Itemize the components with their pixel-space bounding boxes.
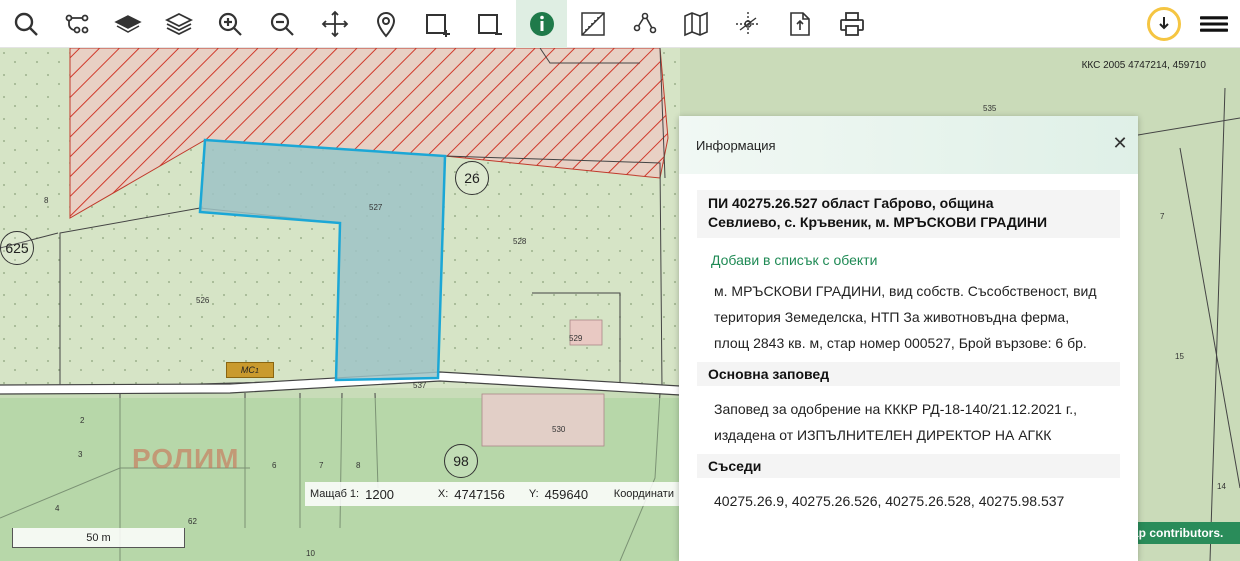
parcel-title-line: ПИ 40275.26.527 област Габрово, община (708, 195, 994, 211)
area-number-label: 625 (0, 231, 34, 265)
print-icon[interactable] (826, 0, 877, 48)
area-number-label: 98 (444, 444, 478, 478)
zoom-in-icon[interactable] (204, 0, 255, 48)
building-marker: МС 1 (226, 362, 274, 378)
parcel-label: 8 (44, 196, 49, 205)
parcel-label: 530 (552, 425, 566, 434)
parcel-label: 528 (513, 237, 527, 246)
parcel-label: 6 (272, 461, 277, 470)
export-icon[interactable] (774, 0, 825, 48)
parcel-label: 535 (983, 104, 997, 113)
search-icon[interactable] (0, 0, 51, 48)
scale-label: Мащаб 1: (310, 488, 360, 500)
order-line: Заповед за одобрение на КККР РД-18-140/2… (714, 401, 1078, 417)
download-icon (1147, 7, 1181, 41)
details-line: м. МРЪСКОВИ ГРАДИНИ, вид собств. Съсобст… (714, 283, 1097, 299)
parcel-title: ПИ 40275.26.527 област Габрово, община С… (697, 190, 1120, 238)
panel-header: Информация (679, 116, 1138, 174)
parcel-label: 14 (1217, 482, 1226, 491)
neighbors-heading: Съседи (697, 454, 1120, 478)
order-line: издадена от ИЗПЪЛНИТЕЛЕН ДИРЕКТОР НА АГК… (714, 427, 1052, 443)
download-button[interactable] (1142, 0, 1186, 48)
details-line: площ 2843 кв. м, стар номер 000527, Брой… (714, 335, 1087, 351)
crs-label: ККС 2005 4747214, 459710 (1081, 60, 1206, 71)
parcel-label: 7 (319, 461, 324, 470)
attribution[interactable]: ap contributors. (1128, 522, 1240, 544)
x-value[interactable]: 4747156 (454, 487, 524, 502)
scale-value[interactable]: 1200 (365, 487, 433, 502)
route-icon[interactable] (51, 0, 102, 48)
panel-body: ПИ 40275.26.527 област Габрово, община С… (679, 174, 1138, 514)
pan-icon[interactable] (309, 0, 360, 48)
ruler-icon[interactable] (567, 0, 618, 48)
building-label: МС (240, 365, 255, 375)
building-floors: 1 (254, 365, 260, 375)
order-heading: Основна заповед (697, 362, 1120, 386)
parcel-title-line: Севлиево, с. Кръвеник, м. МРЪСКОВИ ГРАДИ… (708, 214, 1048, 230)
area-number-label: 26 (455, 161, 489, 195)
scale-bar: 50 m (12, 528, 185, 548)
zoom-out-icon[interactable] (256, 0, 307, 48)
parcel-label: 3 (78, 450, 83, 459)
draw-area-remove-icon[interactable] (464, 0, 515, 48)
info-icon[interactable] (516, 0, 567, 48)
details-line: територия Земеделска, НТП За животновъдн… (714, 309, 1070, 325)
order-text: Заповед за одобрение на КККР РД-18-140/2… (697, 386, 1120, 448)
layers-icon[interactable] (153, 0, 204, 48)
parcel-details: м. МРЪСКОВИ ГРАДИНИ, вид собств. Съсобст… (697, 268, 1120, 356)
panel-title: Информация (696, 137, 776, 153)
menu-icon[interactable] (1188, 0, 1239, 48)
close-icon[interactable]: ✕ (1111, 134, 1129, 152)
watermark: РОЛИМ (132, 443, 240, 474)
y-label: Y: (528, 488, 539, 500)
parcel-label: 526 (196, 296, 210, 305)
location-pin-icon[interactable] (360, 0, 411, 48)
info-panel: Информация ✕ ПИ 40275.26.527 област Габр… (679, 116, 1138, 561)
coordinate-bar: Мащаб 1: 1200 X: 4747156 Y: 459640 Коорд… (305, 482, 680, 506)
parcel-label: 10 (306, 549, 315, 558)
map-icon[interactable] (670, 0, 721, 48)
measure-icon[interactable] (619, 0, 670, 48)
parcel-label: 527 (369, 203, 383, 212)
parcel-label: 529 (569, 334, 583, 343)
parcel-label: 537 (413, 381, 427, 390)
parcel-label: 2 (80, 416, 85, 425)
parcel-label: 8 (356, 461, 361, 470)
parcel-label: 62 (188, 517, 197, 526)
coordinates-icon[interactable] (722, 0, 773, 48)
x-label: X: (437, 488, 449, 500)
toolbar (0, 0, 1240, 48)
parcel-label: 4 (55, 504, 60, 513)
layer-icon[interactable] (102, 0, 153, 48)
parcel-label: 15 (1175, 352, 1184, 361)
neighbors-list: 40275.26.9, 40275.26.526, 40275.26.528, … (714, 493, 1065, 509)
coordinates-button[interactable]: Координати (609, 488, 680, 500)
add-to-list-link[interactable]: Добави в списък с обекти (697, 252, 1120, 268)
draw-area-add-icon[interactable] (412, 0, 463, 48)
parcel-label: 7 (1160, 212, 1165, 221)
y-value[interactable]: 459640 (545, 487, 609, 502)
